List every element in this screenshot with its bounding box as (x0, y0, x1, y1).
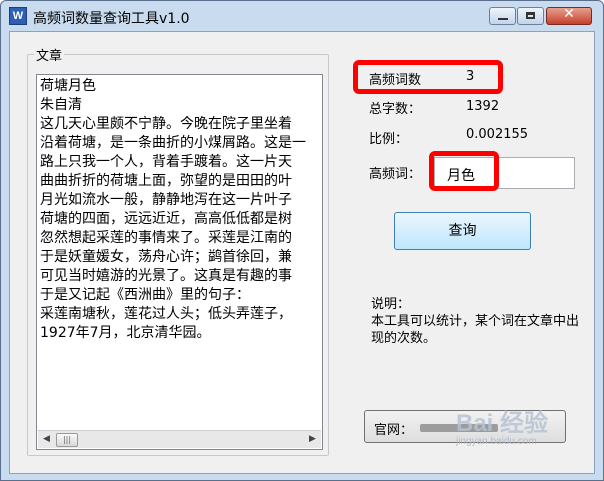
window-title: 高频词数量查询工具v1.0 (33, 11, 190, 27)
high-freq-label: 高频词数 (369, 73, 422, 88)
total-chars-value: 1392 (466, 99, 500, 114)
article-text[interactable]: 荷塘月色 朱自清 这几天心里颇不宁静。今晚在院子里坐着 沿着荷塘，是一条曲折的小… (40, 77, 322, 343)
maximize-icon (526, 12, 535, 19)
app-icon: W (9, 7, 27, 25)
website-label: 官网： (374, 423, 414, 438)
query-button[interactable]: 查询 (394, 212, 531, 250)
close-icon: ✕ (563, 6, 575, 22)
article-textarea[interactable]: 荷塘月色 朱自清 这几天心里颇不宁静。今晚在院子里坐着 沿着荷塘，是一条曲折的小… (36, 74, 323, 450)
description-body: 本工具可以统计，某个词在文章中出现的次数。 (371, 314, 580, 346)
description-title: 说明： (371, 297, 411, 312)
title-bar[interactable]: W 高频词数量查询工具v1.0 ✕ (1, 1, 603, 31)
high-freq-value: 3 (466, 69, 475, 84)
description: 说明： 本工具可以统计，某个词在文章中出现的次数。 (371, 296, 586, 347)
app-window: W 高频词数量查询工具v1.0 ✕ 文章 荷塘月色 朱自清 这几天心里颇不宁静。… (0, 0, 604, 481)
scroll-right-icon[interactable]: ▶ (304, 431, 321, 448)
baidu-watermark: Bai 经验 jingyan.baidu.com (456, 403, 548, 447)
minimize-button[interactable] (489, 7, 516, 25)
word-label: 高频词： (369, 167, 422, 182)
ratio-value: 0.002155 (466, 127, 529, 142)
watermark-subtext: jingyan.baidu.com (456, 436, 537, 447)
scroll-left-icon[interactable]: ◀ (38, 431, 55, 448)
watermark-text: Bai 经验 (456, 410, 549, 437)
minimize-icon (498, 18, 508, 20)
ratio-label: 比例： (369, 132, 409, 147)
horizontal-scrollbar[interactable]: ◀ ||| ▶ (38, 430, 321, 448)
maximize-button[interactable] (517, 7, 544, 25)
word-input-highlight (429, 151, 499, 191)
total-chars-label: 总字数： (369, 102, 422, 117)
scroll-thumb[interactable]: ||| (56, 433, 78, 447)
close-button[interactable]: ✕ (546, 6, 592, 25)
article-group-label: 文章 (34, 45, 65, 64)
